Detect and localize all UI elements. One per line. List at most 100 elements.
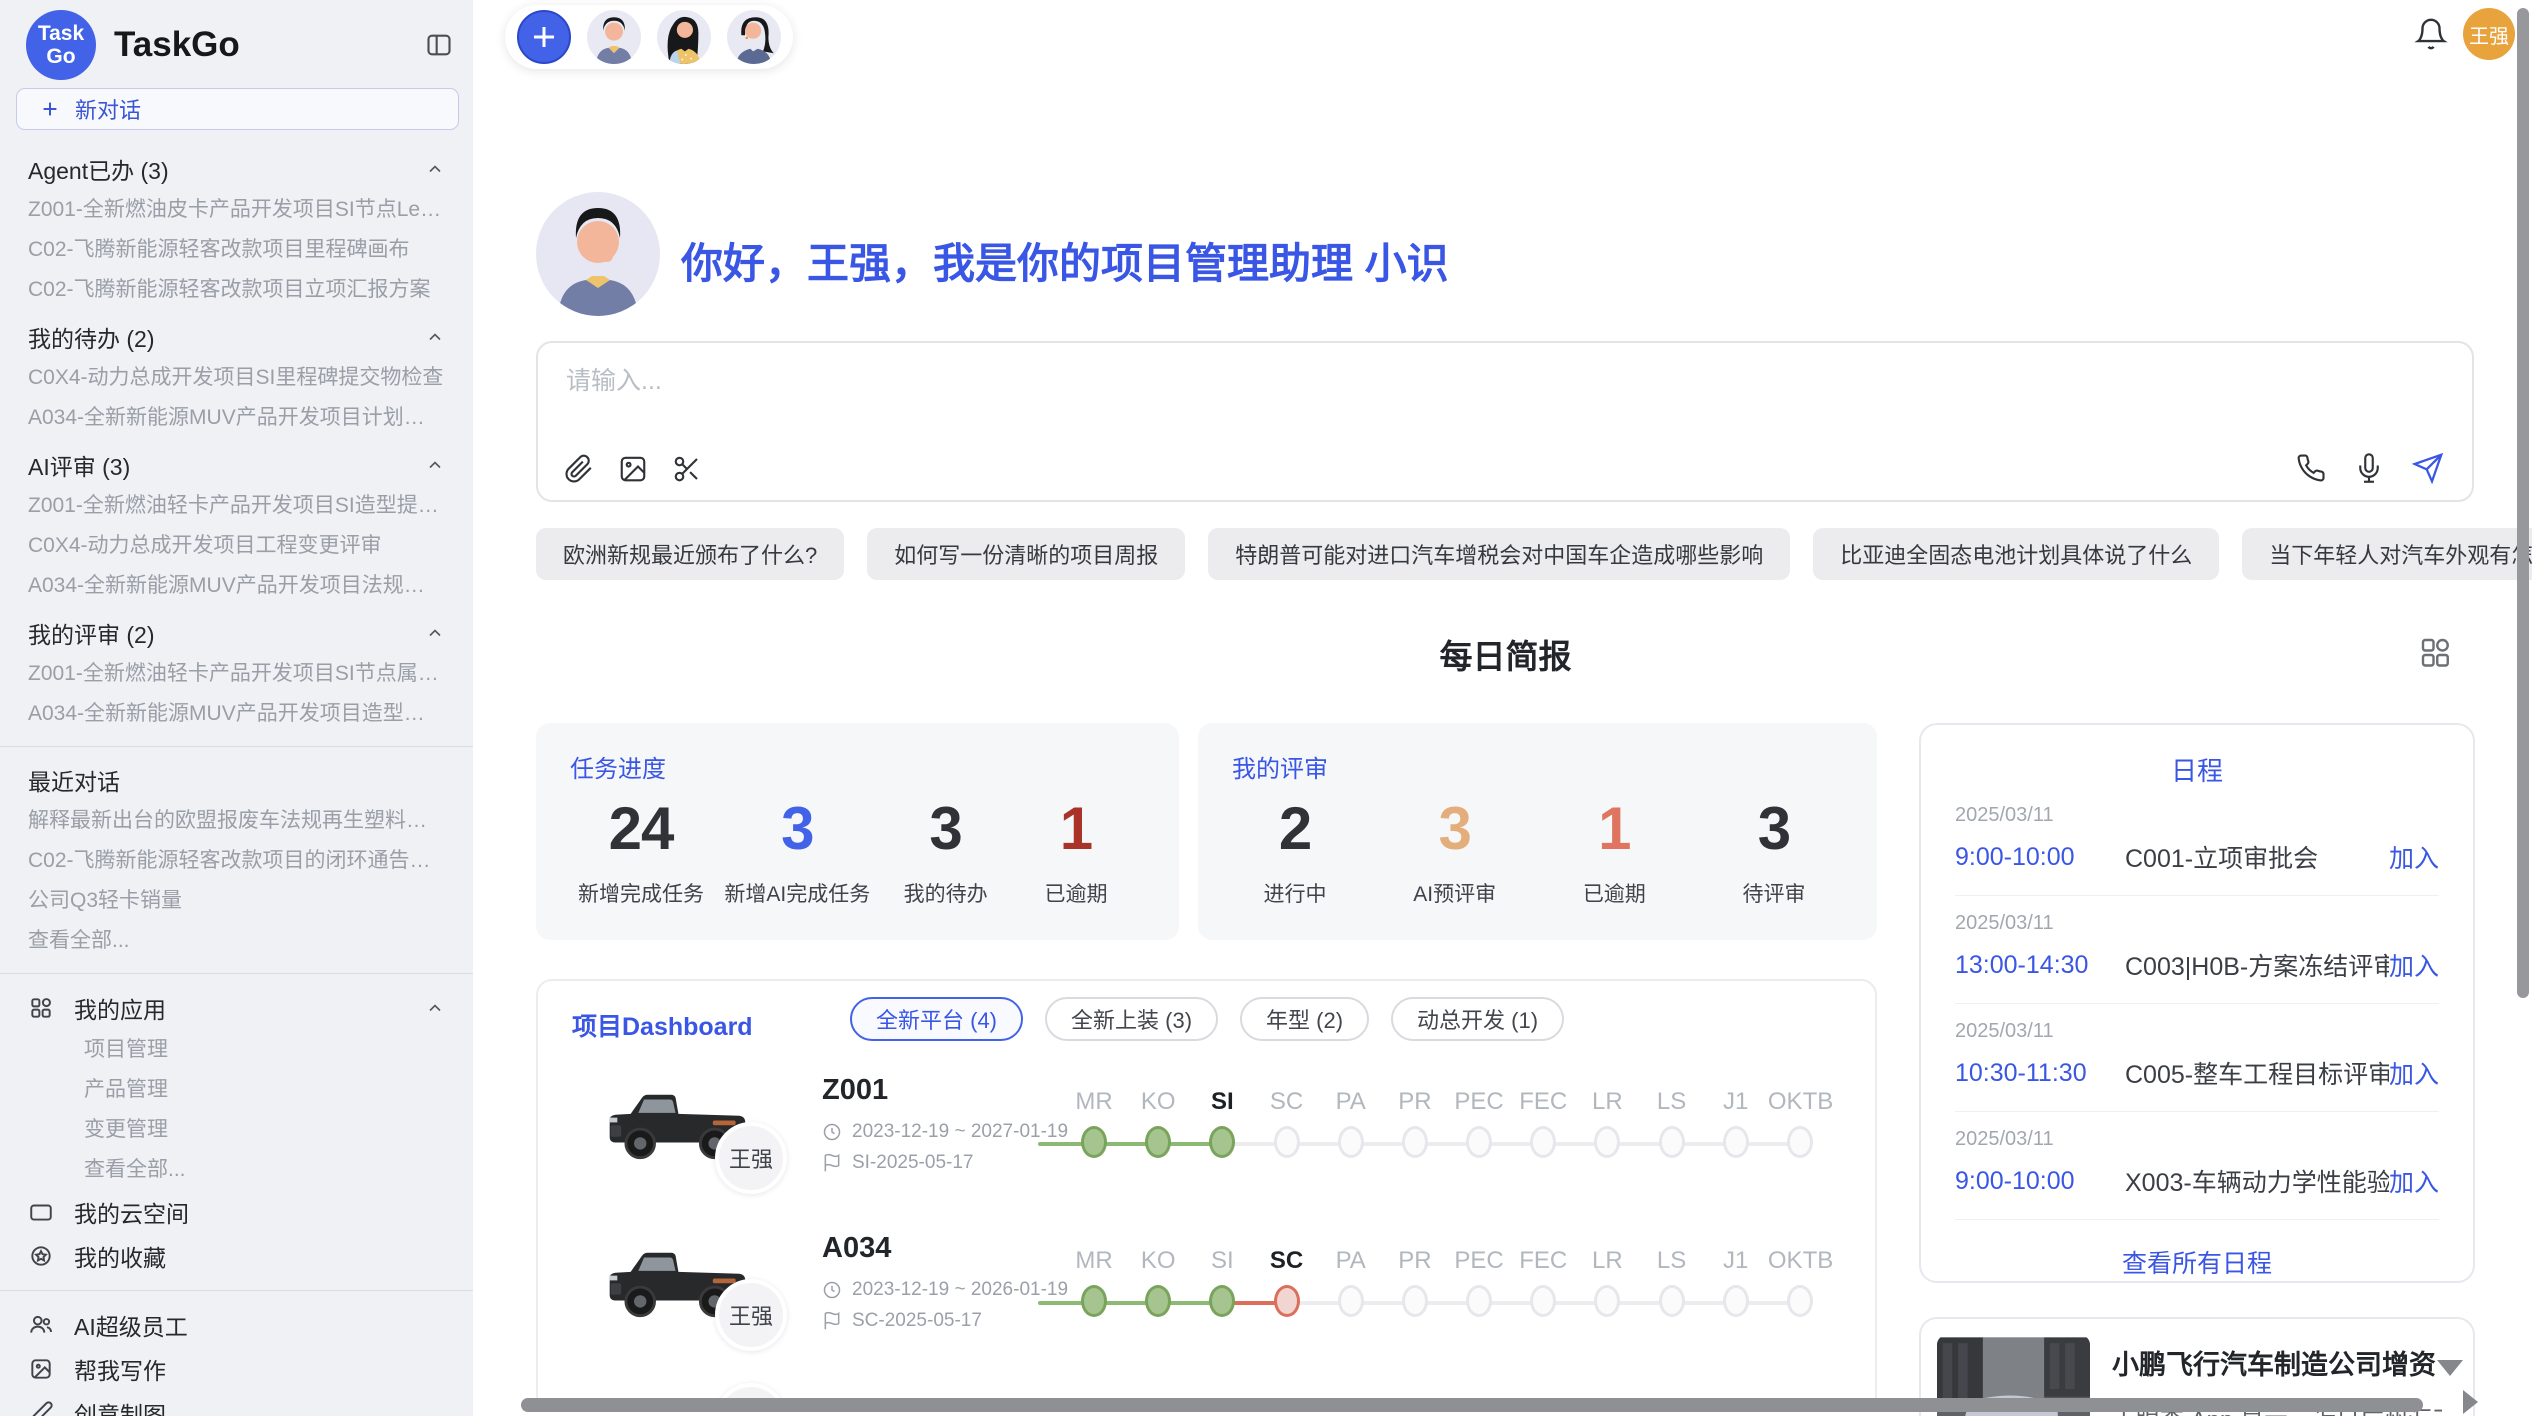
project-next-milestone: SI-2025-05-17 [822, 1152, 973, 1174]
milestone-dot-pending [1338, 1126, 1364, 1158]
sidebar-item[interactable]: A034-全新新能源MUV产品开发项目计划变更表编写 [28, 398, 445, 438]
section-ai-review[interactable]: AI评审 (3) [28, 444, 445, 486]
project-name[interactable]: Z001 [822, 1074, 888, 1107]
suggestion-chip[interactable]: 特朗普可能对进口汽车增税会对中国车企造成哪些影响 [1208, 528, 1790, 580]
briefing-layout-icon[interactable] [2417, 634, 2453, 670]
send-icon[interactable] [2412, 452, 2444, 484]
sidebar-item-ai-super-staff[interactable]: AI超级员工 [0, 1303, 473, 1347]
sidebar-item[interactable]: Z001-全新燃油皮卡产品开发项目SI节点Lesson Learn报告 [28, 190, 445, 230]
milestone: J1 [1704, 1247, 1768, 1317]
section-agent-done[interactable]: Agent已办 (3) [28, 148, 445, 190]
recent-chat-item[interactable]: 解释最新出台的欧盟报废车法规再生塑料比例被调至15%... [28, 801, 445, 841]
join-button[interactable]: 加入 [2389, 1163, 2439, 1199]
screenshot-scissors-icon[interactable] [672, 454, 702, 484]
sidebar-item[interactable]: Z001-全新燃油轻卡产品开发项目SI节点属性5D文件评审 [28, 654, 445, 694]
sidebar-item[interactable]: C02-飞腾新能源轻客改款项目里程碑画布 [28, 230, 445, 270]
sidebar-item-creative-drawing[interactable]: 创意制图 [0, 1391, 473, 1416]
attach-image-icon[interactable] [618, 454, 648, 484]
favorites-label: 我的收藏 [74, 1239, 166, 1273]
task-progress-title: 任务进度 [570, 749, 1139, 784]
my-review-card: 我的评审 2 进行中 3 AI预评审 1 已逾期 3 待评审 [1198, 723, 1877, 940]
sidebar-header: Task Go TaskGo [0, 0, 473, 80]
suggestion-chip[interactable]: 当下年轻人对汽车外观有怎样的喜好趋势 [2242, 528, 2532, 580]
schedule-date: 2025/03/11 [1955, 1020, 2439, 1043]
dashboard-tabs: 全新平台 (4) 全新上装 (3) 年型 (2) 动总开发 (1) [850, 997, 1564, 1041]
plus-icon [529, 22, 559, 52]
tab-model-year[interactable]: 年型 (2) [1240, 997, 1369, 1041]
milestone-dot-pending [1787, 1285, 1813, 1317]
scroll-right-arrow-icon[interactable] [2463, 1390, 2478, 1414]
sidebar-item[interactable]: C0X4-动力总成开发项目SI里程碑提交物检查 [28, 358, 445, 398]
sidebar-item[interactable]: C0X4-动力总成开发项目工程变更评审 [28, 526, 445, 566]
sidebar-item-help-me-write[interactable]: 帮我写作 [0, 1347, 473, 1391]
agent-avatar[interactable] [657, 10, 711, 64]
microphone-icon[interactable] [2354, 453, 2384, 483]
sidebar-item-product-mgmt[interactable]: 产品管理 [0, 1070, 473, 1110]
join-button[interactable]: 加入 [2389, 947, 2439, 983]
sidebar-item[interactable]: A034-全新新能源MUV产品开发项目造型可行性评审 [28, 694, 445, 734]
chat-input[interactable] [564, 359, 2218, 441]
project-name[interactable]: A034 [822, 1232, 891, 1265]
schedule-date: 2025/03/11 [1955, 804, 2439, 827]
project-next-milestone: SC-2025-05-17 [822, 1310, 982, 1332]
milestone-dot-pending [1466, 1285, 1492, 1317]
sidebar-item-my-apps[interactable]: 我的应用 [0, 986, 473, 1030]
milestone-dot-pending [1787, 1126, 1813, 1158]
add-agent-button[interactable] [517, 10, 571, 64]
agent-avatar[interactable] [727, 10, 781, 64]
milestone-dot-pending [1274, 1126, 1300, 1158]
milestone-dot-done [1145, 1126, 1171, 1158]
tab-powertrain[interactable]: 动总开发 (1) [1391, 997, 1564, 1041]
collapse-sidebar-icon[interactable] [425, 31, 453, 59]
milestone: J1 [1704, 1088, 1768, 1158]
tab-new-platform[interactable]: 全新平台 (4) [850, 997, 1023, 1041]
join-button[interactable]: 加入 [2389, 1055, 2439, 1091]
join-button[interactable]: 加入 [2389, 839, 2439, 875]
suggestion-chip[interactable]: 如何写一份清晰的项目周报 [867, 528, 1185, 580]
vertical-scrollbar[interactable] [2517, 8, 2529, 998]
sidebar-item[interactable]: Z001-全新燃油轻卡产品开发项目SI造型提交物评审 [28, 486, 445, 526]
view-all-schedule-link[interactable]: 查看所有日程 [1955, 1244, 2439, 1280]
milestone-dot-pending [1594, 1126, 1620, 1158]
sidebar-item-cloud-space[interactable]: 我的云空间 [0, 1190, 473, 1234]
metric-new-ai-done: 3 新增AI完成任务 [724, 796, 870, 908]
project-dashboard-card: 项目Dashboard 全新平台 (4) 全新上装 (3) 年型 (2) 动总开… [536, 979, 1877, 1412]
metric-pending-review: 3 待评审 [1719, 796, 1829, 908]
horizontal-scrollbar[interactable] [521, 1398, 2423, 1412]
sidebar-item-change-mgmt[interactable]: 变更管理 [0, 1110, 473, 1150]
voice-call-icon[interactable] [2296, 453, 2326, 483]
recent-chat-item[interactable]: C02-飞腾新能源轻客改款项目的闭环通告反馈情况 [28, 841, 445, 881]
section-my-todo[interactable]: 我的待办 (2) [28, 316, 445, 358]
sidebar-item[interactable]: A034-全新新能源MUV产品开发项目法规符合性评审 [28, 566, 445, 606]
apps-view-all[interactable]: 查看全部... [0, 1150, 473, 1190]
recent-chats-view-all[interactable]: 查看全部... [28, 921, 445, 961]
user-avatar[interactable]: 王强 [2463, 8, 2515, 60]
milestone: PEC [1447, 1088, 1511, 1158]
grid-icon [28, 995, 54, 1021]
notification-bell-icon[interactable] [2414, 17, 2448, 51]
recent-chat-item[interactable]: 公司Q3轻卡销量 [28, 881, 445, 921]
scroll-down-arrow-icon[interactable] [2437, 1360, 2463, 1376]
milestone-dot-done [1145, 1285, 1171, 1317]
milestone: KO [1126, 1247, 1190, 1317]
attach-file-icon[interactable] [564, 454, 594, 484]
milestone-dot-pending [1466, 1126, 1492, 1158]
new-chat-button[interactable]: 新对话 [16, 88, 459, 130]
agent-avatar[interactable] [587, 10, 641, 64]
tab-new-body[interactable]: 全新上装 (3) [1045, 997, 1218, 1041]
help-me-write-label: 帮我写作 [74, 1352, 166, 1386]
sidebar-item-project-mgmt[interactable]: 项目管理 [0, 1030, 473, 1070]
sidebar-item[interactable]: C02-飞腾新能源轻客改款项目立项汇报方案 [28, 270, 445, 310]
section-my-review[interactable]: 我的评审 (2) [28, 612, 445, 654]
my-review-title: 我的评审 [1232, 749, 1837, 784]
metric-new-done: 24 新增完成任务 [578, 796, 704, 908]
chevron-up-icon [425, 159, 445, 179]
app-logo: Task Go [26, 10, 96, 80]
milestone-dot-pending [1530, 1285, 1556, 1317]
suggestion-chip[interactable]: 比亚迪全固态电池计划具体说了什么 [1813, 528, 2219, 580]
creative-drawing-label: 创意制图 [74, 1396, 166, 1416]
milestone-dot-pending [1659, 1285, 1685, 1317]
sidebar-item-favorites[interactable]: 我的收藏 [0, 1234, 473, 1278]
milestone-line-done [1038, 1301, 1223, 1305]
suggestion-chip[interactable]: 欧洲新规最近颁布了什么? [536, 528, 844, 580]
